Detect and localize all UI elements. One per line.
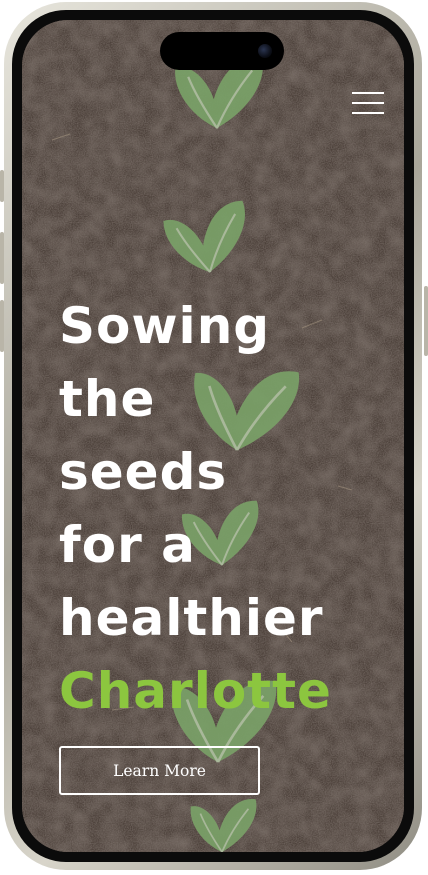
phone-frame: Sowing the seeds for a healthier Charlot…	[4, 2, 422, 870]
headline-line: the	[59, 370, 156, 428]
dynamic-island	[160, 32, 284, 70]
headline-line: Sowing	[59, 297, 271, 355]
phone-bezel: Sowing the seeds for a healthier Charlot…	[12, 10, 414, 862]
headline-line: for a	[59, 516, 196, 574]
learn-more-button[interactable]: Learn More	[59, 746, 260, 795]
headline-line: seeds	[59, 443, 228, 501]
camera-icon	[258, 44, 272, 58]
headline-accent: Charlotte	[59, 662, 332, 720]
hero-headline: Sowing the seeds for a healthier Charlot…	[59, 290, 332, 728]
headline-line: healthier	[59, 589, 324, 647]
power-button	[424, 286, 428, 356]
hamburger-menu-icon[interactable]	[350, 90, 386, 118]
phone-screen: Sowing the seeds for a healthier Charlot…	[22, 20, 404, 852]
